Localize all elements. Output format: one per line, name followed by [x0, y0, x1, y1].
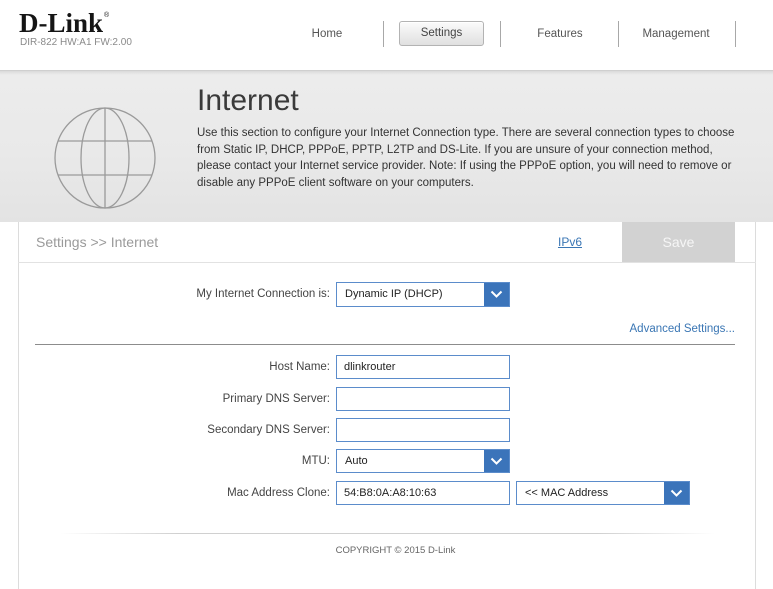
header: D-Link® DIR-822 HW:A1 FW:2.00 Home Setti… — [0, 0, 773, 70]
select-value: << MAC Address — [525, 487, 609, 499]
logo-text: D-Link — [19, 8, 104, 38]
page-title: Internet — [197, 84, 299, 117]
nav-separator — [735, 21, 736, 47]
dropdown-toggle[interactable] — [484, 450, 509, 472]
nav-separator — [500, 21, 501, 47]
chevron-down-icon — [670, 489, 683, 497]
advanced-settings-link[interactable]: Advanced Settings... — [630, 321, 735, 337]
primary-dns-label: Primary DNS Server: — [222, 393, 330, 405]
mtu-select[interactable]: Auto — [336, 449, 510, 473]
secondary-dns-label: Secondary DNS Server: — [207, 424, 330, 436]
description-line: please contact your Internet service pro… — [197, 160, 732, 172]
chevron-down-icon — [490, 290, 503, 298]
panel-border-left — [18, 222, 19, 589]
breadcrumb: Settings >> Internet — [36, 234, 159, 250]
nav-management[interactable]: Management — [636, 22, 716, 46]
section-divider — [35, 344, 735, 345]
nav-home[interactable]: Home — [287, 22, 367, 46]
ipv6-link[interactable]: IPv6 — [520, 222, 620, 262]
primary-dns-input[interactable] — [336, 387, 510, 411]
nav-settings-tab[interactable]: Settings — [399, 21, 484, 46]
host-name-label: Host Name: — [269, 361, 330, 373]
footer-divider — [60, 533, 715, 534]
model-info: DIR-822 HW:A1 FW:2.00 — [20, 37, 132, 48]
description-line: Use this section to configure your Inter… — [197, 127, 735, 139]
nav-features[interactable]: Features — [520, 22, 600, 46]
description-line: from Static IP, DHCP, PPPoE, PPTP, L2TP … — [197, 143, 713, 156]
mac-clone-label: Mac Address Clone: — [227, 487, 330, 499]
description-line: disable any PPPoE client software on you… — [197, 176, 474, 189]
panel-border-right — [755, 222, 756, 589]
globe-icon — [54, 107, 156, 209]
page-description: Use this section to configure your Inter… — [197, 125, 734, 191]
save-button[interactable]: Save — [622, 222, 735, 262]
nav-separator — [383, 21, 384, 47]
connection-type-select[interactable]: Dynamic IP (DHCP) — [336, 282, 510, 307]
dlink-logo[interactable]: D-Link® — [19, 10, 109, 37]
registered-mark: ® — [104, 12, 110, 19]
secondary-dns-input[interactable] — [336, 418, 510, 442]
host-name-input[interactable] — [336, 355, 510, 379]
select-value: Auto — [345, 455, 368, 467]
nav-separator — [618, 21, 619, 47]
mtu-label: MTU: — [301, 455, 330, 467]
dropdown-toggle[interactable] — [664, 482, 689, 504]
chevron-down-icon — [490, 457, 503, 465]
dropdown-toggle[interactable] — [484, 283, 509, 306]
page-banner: Internet Use this section to configure y… — [0, 70, 773, 222]
copyright: COPYRIGHT © 2015 D-Link — [335, 545, 456, 556]
connection-type-label: My Internet Connection is: — [196, 288, 330, 300]
select-value: Dynamic IP (DHCP) — [345, 288, 443, 300]
settings-panel: Settings >> Internet IPv6 Save My Intern… — [0, 222, 773, 589]
toolbar-divider — [18, 262, 756, 263]
mac-clone-input[interactable] — [336, 481, 510, 505]
toolbar: Settings >> Internet IPv6 Save — [0, 222, 773, 262]
mac-source-select[interactable]: << MAC Address — [516, 481, 690, 505]
